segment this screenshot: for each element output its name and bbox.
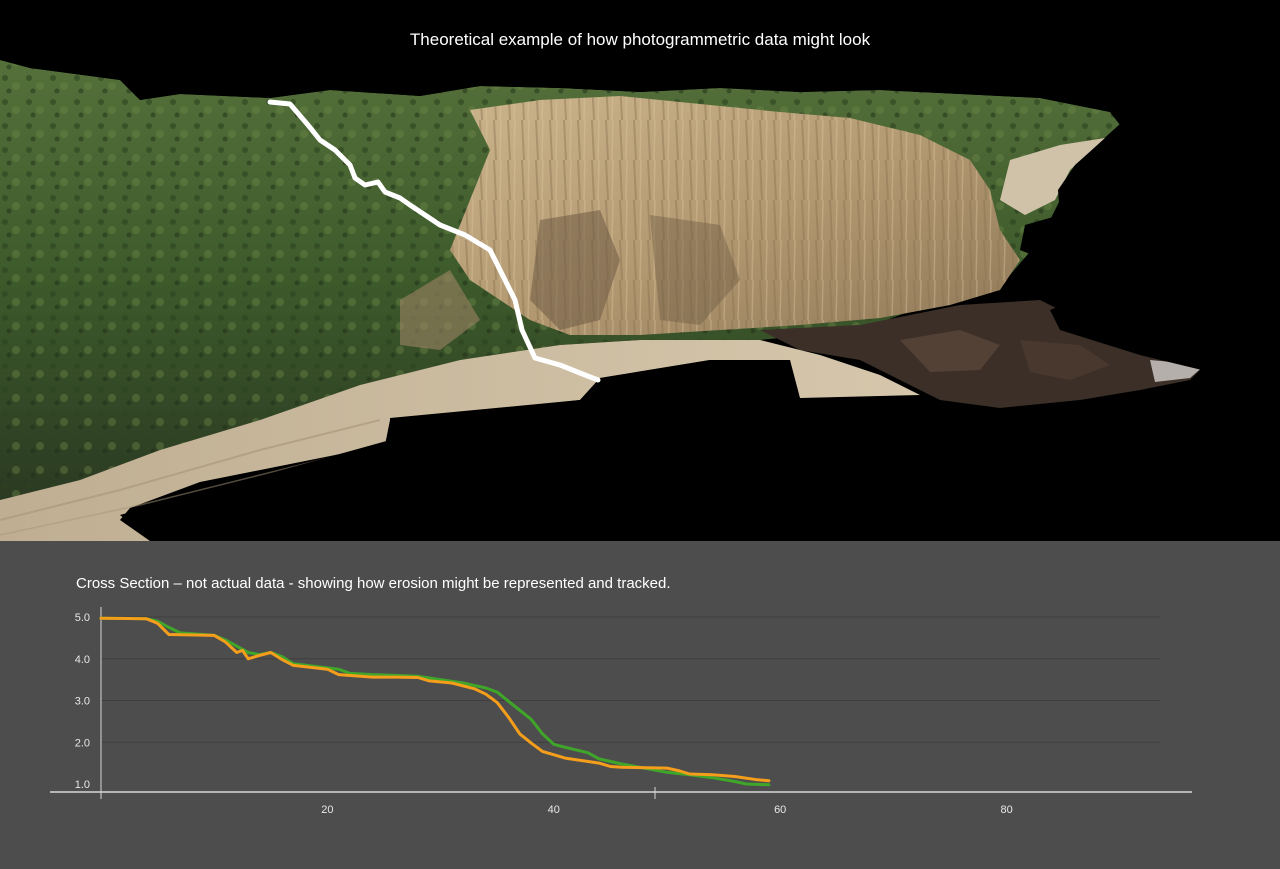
y-tick-label: 2.0 xyxy=(75,737,90,749)
cross-section-chart: 1.0 2.0 3.0 4.0 5.0 20 40 60 80 xyxy=(50,607,1192,816)
y-tick-label: 5.0 xyxy=(75,612,90,624)
cliff-photogrammetry-image xyxy=(0,0,1280,541)
y-tick-label: 3.0 xyxy=(75,696,90,708)
cross-section-chart-panel: Cross Section – not actual data - showin… xyxy=(0,541,1280,869)
photogrammetry-image-panel: Theoretical example of how photogrammetr… xyxy=(0,0,1280,541)
x-tick-label: 60 xyxy=(774,804,786,816)
series-line-orange xyxy=(99,616,771,783)
y-tick-label: 4.0 xyxy=(75,654,90,666)
photo-title: Theoretical example of how photogrammetr… xyxy=(409,30,871,49)
series-line-green xyxy=(99,616,771,787)
y-tick-label: 1.0 xyxy=(75,779,90,791)
x-tick-label: 40 xyxy=(548,804,560,816)
x-tick-label: 80 xyxy=(1000,804,1012,816)
x-tick-label: 20 xyxy=(321,804,333,816)
